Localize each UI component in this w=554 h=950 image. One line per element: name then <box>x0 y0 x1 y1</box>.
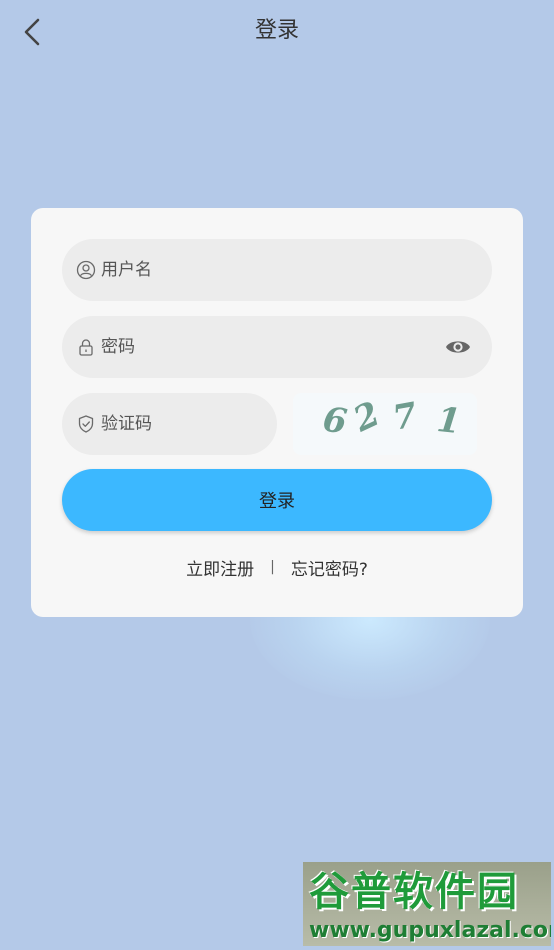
captcha-char: 6 <box>320 399 350 443</box>
captcha-char: 1 <box>434 399 463 443</box>
user-icon <box>76 260 96 280</box>
password-visibility-toggle[interactable] <box>444 334 472 360</box>
login-card: 6 2 7 1 登录 立即注册 | 忘记密码? <box>31 208 523 617</box>
watermark-url: www.gupuxlazal.com <box>309 918 551 943</box>
captcha-char: 2 <box>347 393 387 441</box>
captcha-field[interactable] <box>62 393 320 455</box>
forgot-password-link[interactable]: 忘记密码? <box>291 555 368 580</box>
password-field[interactable] <box>62 316 492 378</box>
register-link[interactable]: 立即注册 <box>186 555 254 580</box>
site-watermark: 谷普软件园 www.gupuxlazal.com <box>303 862 551 946</box>
watermark-title: 谷普软件园 <box>309 869 519 915</box>
header: 登录 <box>0 0 554 64</box>
password-input[interactable] <box>101 316 492 378</box>
shield-icon <box>76 414 96 434</box>
captcha-image[interactable]: 6 2 7 1 <box>293 393 477 455</box>
link-separator: | <box>270 559 275 575</box>
username-input[interactable] <box>101 239 492 301</box>
lock-icon <box>76 337 96 357</box>
page-title: 登录 <box>254 18 299 43</box>
eye-icon <box>446 341 470 353</box>
login-button[interactable]: 登录 <box>62 469 492 531</box>
captcha-char: 7 <box>389 395 420 439</box>
captcha-input[interactable] <box>101 393 320 455</box>
username-field[interactable] <box>62 239 492 301</box>
auth-links: 立即注册 | 忘记密码? <box>31 555 523 580</box>
